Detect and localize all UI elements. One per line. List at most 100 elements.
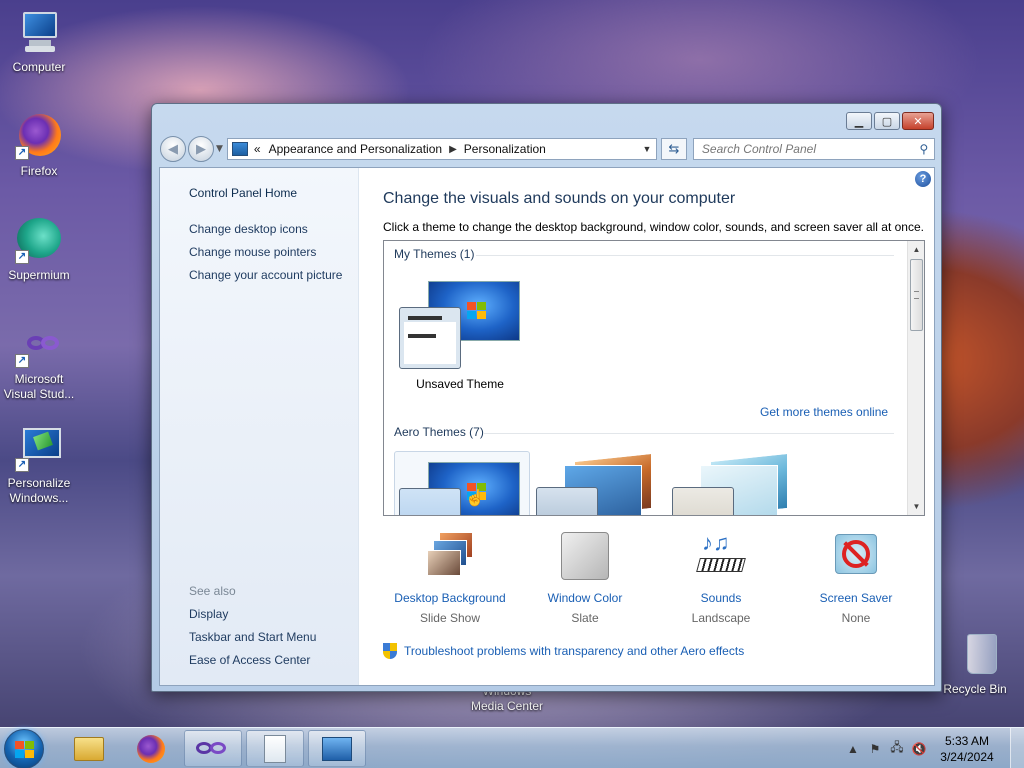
address-dropdown-icon[interactable]: ▼ <box>638 144 656 154</box>
search-icon[interactable]: ⚲ <box>914 142 934 156</box>
shortcut-arrow-icon: ↗ <box>15 354 29 368</box>
taskbar-explorer-button[interactable] <box>60 730 118 767</box>
sidebar-link-display[interactable]: Display <box>189 607 228 621</box>
scroll-up-icon[interactable]: ▲ <box>908 241 924 258</box>
desktop-background-icon <box>425 532 475 582</box>
navigation-bar: ◀ ▶ ▼ « Appearance and Personalization ▶… <box>160 136 935 162</box>
shortcut-arrow-icon: ↗ <box>15 458 29 472</box>
sounds-setting[interactable]: ♪♫ Sounds Landscape <box>656 530 786 625</box>
volume-muted-icon[interactable]: 🔇 <box>910 740 928 758</box>
page-title: Change the visuals and sounds on your co… <box>383 190 736 207</box>
show-hidden-icons-icon[interactable]: ▲ <box>844 740 862 758</box>
theme-window-preview <box>536 487 598 515</box>
sounds-label[interactable]: Sounds <box>656 591 786 605</box>
sidebar: Control Panel Home Change desktop icons … <box>160 168 359 685</box>
scroll-thumb[interactable] <box>910 259 923 331</box>
sidebar-link-mouse-pointers[interactable]: Change mouse pointers <box>189 245 316 259</box>
aero-themes-heading: Aero Themes (7) <box>394 425 484 439</box>
taskbar-control-panel-button[interactable] <box>308 730 366 767</box>
minimize-button[interactable]: ▁ <box>846 112 872 130</box>
sidebar-link-taskbar[interactable]: Taskbar and Start Menu <box>189 630 316 644</box>
theme-aero-architecture[interactable] <box>534 451 664 515</box>
window-color-value: Slate <box>571 611 599 625</box>
content-area: Control Panel Home Change desktop icons … <box>159 167 935 686</box>
theme-window-preview <box>399 307 461 369</box>
sounds-value: Landscape <box>691 611 751 625</box>
desktop-icon-personalize[interactable]: ↗ Personalize Windows... <box>0 424 78 506</box>
screen-saver-setting[interactable]: Screen Saver None <box>791 532 921 625</box>
back-button[interactable]: ◀ <box>160 136 186 162</box>
themes-scrollbar[interactable]: ▲ ▼ <box>907 241 924 515</box>
search-input[interactable]: Search Control Panel ⚲ <box>692 138 935 160</box>
taskbar-firefox-button[interactable] <box>122 730 180 767</box>
theme-window-preview <box>672 487 734 515</box>
theme-unsaved[interactable]: Unsaved Theme <box>398 281 522 391</box>
desktop-icon-computer[interactable]: Computer <box>0 8 78 75</box>
windows-logo-icon <box>467 302 487 320</box>
troubleshoot-link[interactable]: Troubleshoot problems with transparency … <box>383 643 744 659</box>
network-icon[interactable]: 🖧 <box>888 740 906 758</box>
main-panel: ? Change the visuals and sounds on your … <box>383 168 934 685</box>
action-center-flag-icon[interactable]: ⚑ <box>866 740 884 758</box>
window-controls: ▁ ▢ ✕ <box>846 112 934 130</box>
desktop-icon-firefox[interactable]: ↗ Firefox <box>0 112 78 179</box>
maximize-button[interactable]: ▢ <box>874 112 900 130</box>
clock-date: 3/24/2024 <box>940 749 994 764</box>
desktop-icon-supermium[interactable]: ↗ Supermium <box>0 216 78 283</box>
theme-aero-characters[interactable] <box>670 451 800 515</box>
scroll-down-icon[interactable]: ▼ <box>908 498 924 515</box>
window-color-setting[interactable]: Window Color Slate <box>520 532 650 625</box>
personalization-window: ▁ ▢ ✕ ◀ ▶ ▼ « Appearance and Personaliza… <box>151 103 942 692</box>
sidebar-link-account-picture[interactable]: Change your account picture <box>189 268 342 282</box>
taskbar-notepad-button[interactable] <box>246 730 304 767</box>
show-desktop-button[interactable] <box>1010 728 1024 768</box>
forward-button[interactable]: ▶ <box>188 136 214 162</box>
taskbar-visual-studio-button[interactable] <box>184 730 242 767</box>
address-bar[interactable]: « Appearance and Personalization ▶ Perso… <box>226 138 657 160</box>
close-button[interactable]: ✕ <box>902 112 934 130</box>
control-panel-icon <box>231 142 248 156</box>
desktop-background-label[interactable]: Desktop Background <box>385 591 515 605</box>
theme-aero-windows7[interactable]: ☝ <box>394 451 530 515</box>
taskbar: ▲ ⚑ 🖧 🔇 5:33 AM 3/24/2024 <box>0 727 1024 768</box>
forward-arrow-icon: ▶ <box>196 141 206 157</box>
window-color-icon <box>560 532 610 582</box>
see-also-heading: See also <box>189 584 236 598</box>
clock[interactable]: 5:33 AM 3/24/2024 <box>932 733 1002 765</box>
themes-list: My Themes (1) Unsaved Theme Get more the… <box>383 240 925 516</box>
theme-unsaved-label: Unsaved Theme <box>416 377 504 391</box>
back-arrow-icon: ◀ <box>168 141 178 157</box>
breadcrumb-overflow[interactable]: « <box>254 142 261 156</box>
breadcrumb-personalization[interactable]: Personalization <box>464 142 546 156</box>
start-button[interactable] <box>4 729 44 768</box>
window-color-label[interactable]: Window Color <box>520 591 650 605</box>
screen-saver-label[interactable]: Screen Saver <box>791 591 921 605</box>
help-icon[interactable]: ? <box>915 171 931 187</box>
sidebar-link-ease-of-access[interactable]: Ease of Access Center <box>189 653 310 667</box>
clock-time: 5:33 AM <box>944 733 990 748</box>
visual-studio-icon <box>196 740 230 758</box>
my-themes-heading: My Themes (1) <box>394 247 475 261</box>
recycle-bin-icon <box>951 630 999 678</box>
shortcut-arrow-icon: ↗ <box>15 146 29 160</box>
firefox-icon <box>137 734 165 763</box>
refresh-button[interactable]: ⇆ <box>660 138 687 160</box>
desktop-icon-visual-studio[interactable]: ↗ Microsoft Visual Stud... <box>0 330 78 402</box>
sidebar-link-control-panel-home[interactable]: Control Panel Home <box>189 186 297 200</box>
sounds-icon: ♪♫ <box>696 530 746 582</box>
screen-saver-icon <box>831 532 881 582</box>
sidebar-link-desktop-icons[interactable]: Change desktop icons <box>189 222 308 236</box>
desktop-background-setting[interactable]: Desktop Background Slide Show <box>385 532 515 625</box>
breadcrumb-separator-icon[interactable]: ▶ <box>449 144 457 155</box>
shortcut-arrow-icon: ↗ <box>15 250 29 264</box>
firefox-icon: ↗ <box>15 112 63 160</box>
group-divider <box>476 255 894 256</box>
breadcrumb-appearance[interactable]: Appearance and Personalization <box>269 142 442 156</box>
windows-logo-icon <box>15 741 35 759</box>
get-more-themes-link[interactable]: Get more themes online <box>760 405 888 419</box>
page-subtitle: Click a theme to change the desktop back… <box>383 220 924 234</box>
screen-saver-value: None <box>841 611 871 625</box>
theme-settings-row: Desktop Background Slide Show Window Col… <box>383 530 925 628</box>
desktop-icon-recycle-bin[interactable]: Recycle Bin <box>936 630 1014 697</box>
recent-pages-dropdown[interactable]: ▼ <box>216 144 223 154</box>
